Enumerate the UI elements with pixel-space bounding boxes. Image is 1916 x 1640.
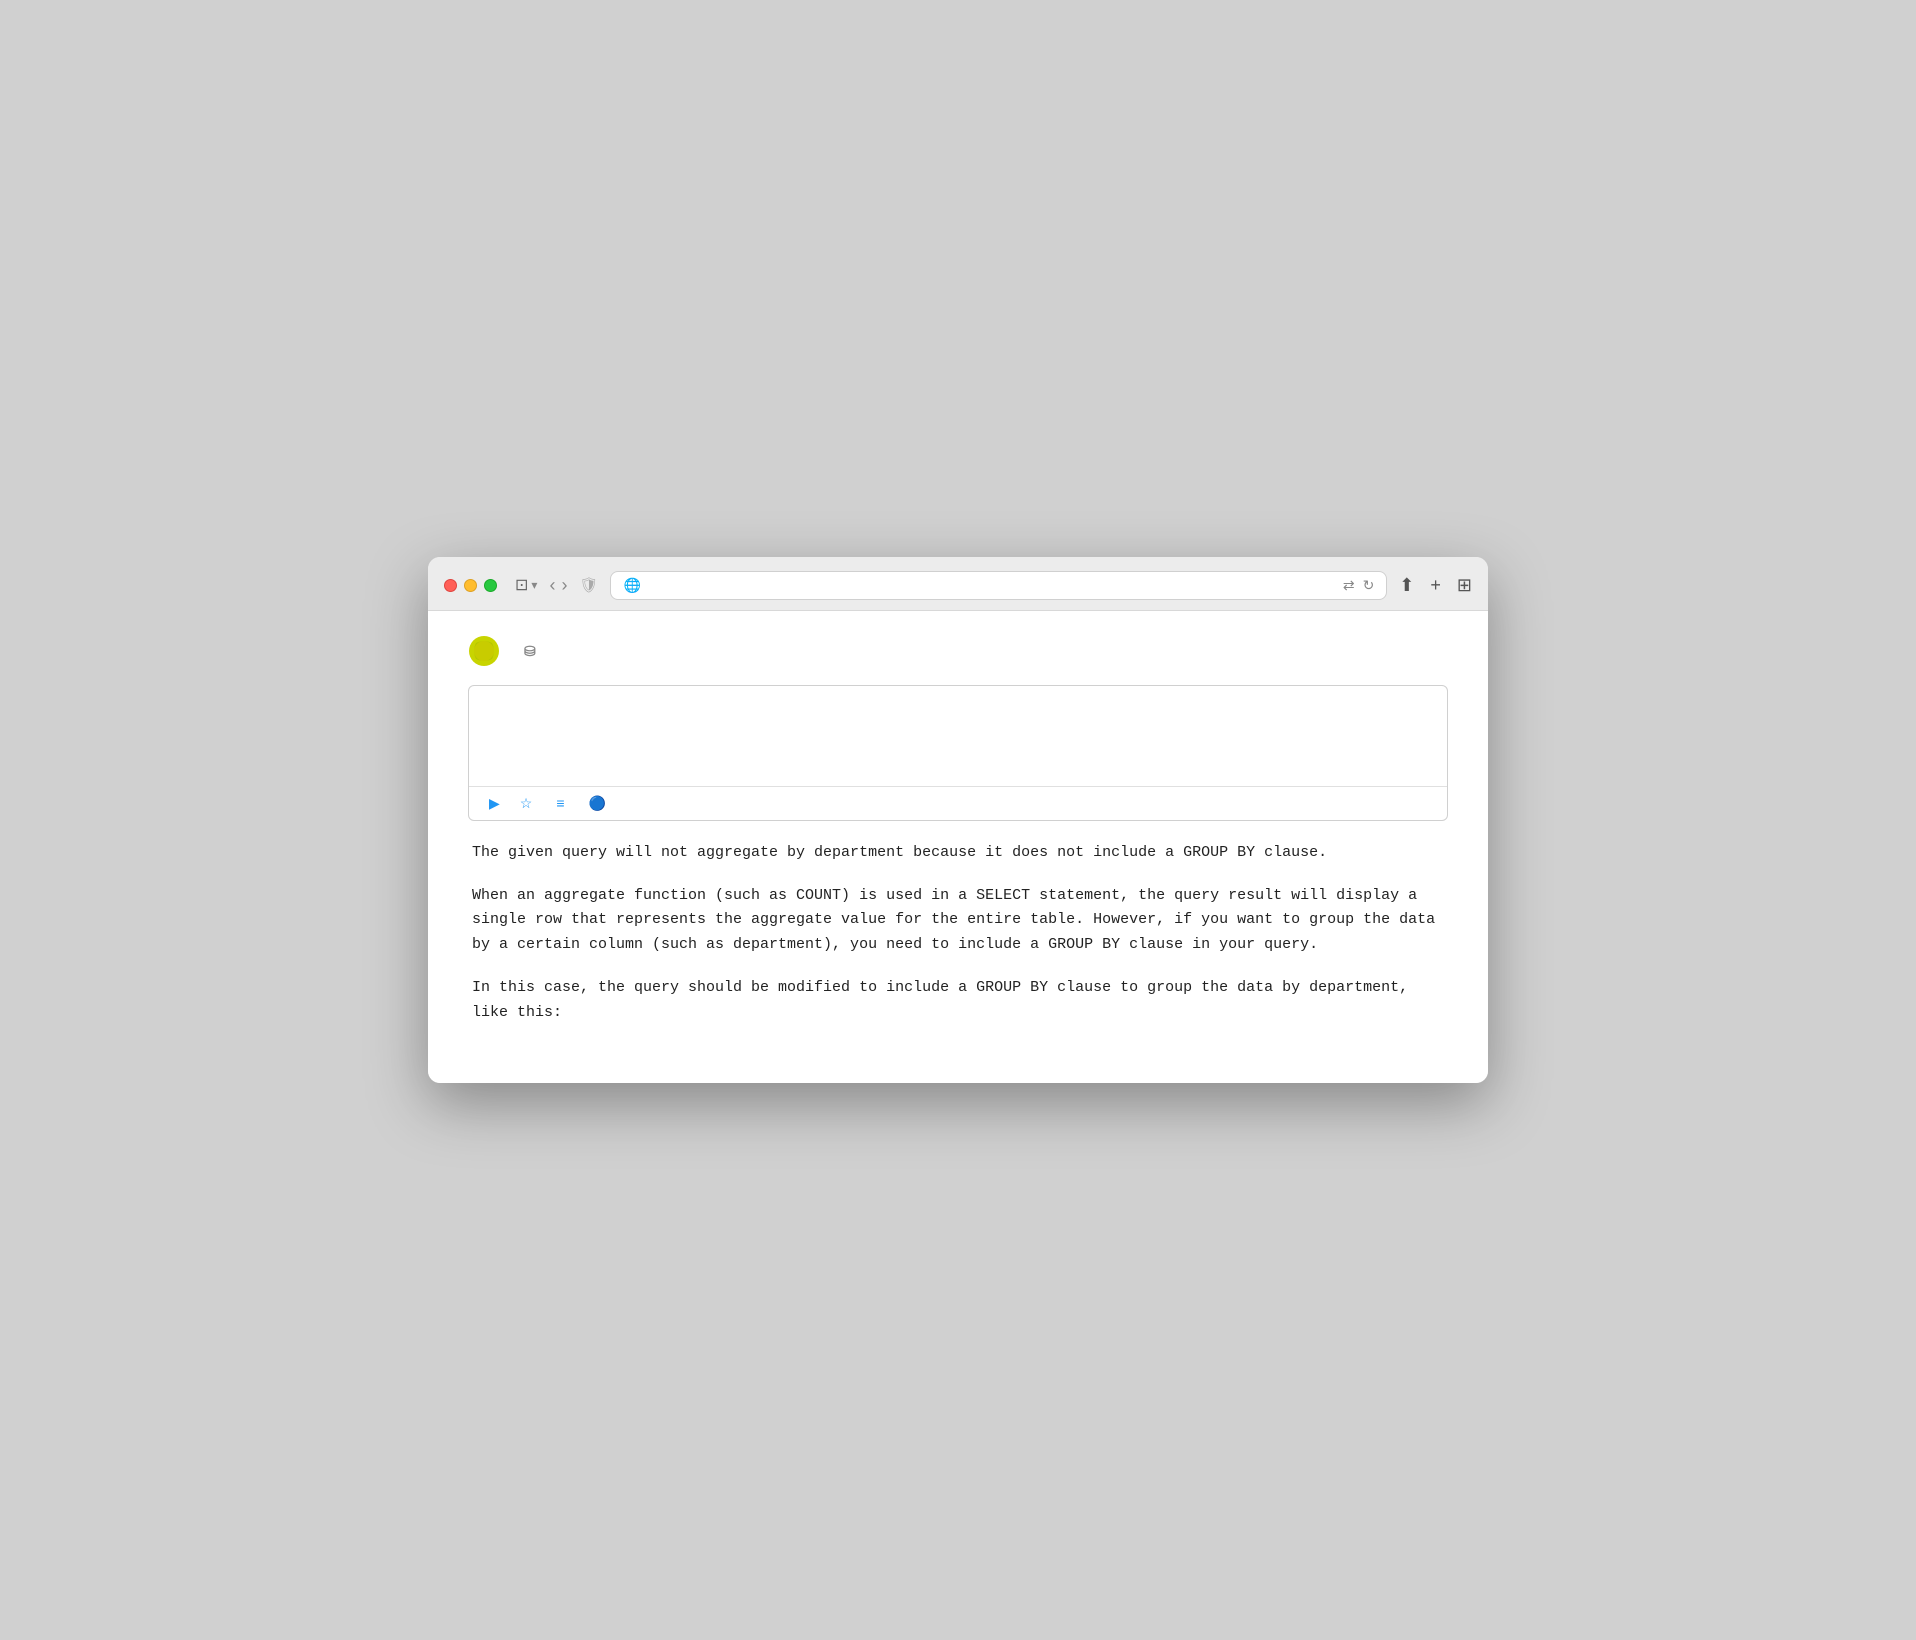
address-actions: ⇄ ↻ bbox=[1343, 577, 1374, 594]
new-tab-icon[interactable]: + bbox=[1430, 575, 1441, 596]
sidebar-icon: ⊡ bbox=[515, 575, 528, 595]
ask-ai-button[interactable]: 🔵 bbox=[589, 795, 610, 812]
app-title: ⛁ bbox=[510, 640, 536, 661]
app-title-area: ⛁ bbox=[468, 635, 536, 667]
maximize-button[interactable] bbox=[484, 579, 497, 592]
sql-editor[interactable]: ▶ ☆ ≡ 🔵 bbox=[468, 685, 1448, 821]
ai-response-area: The given query will not aggregate by de… bbox=[468, 841, 1448, 1026]
toolbar-actions: ⬆ + ⊞ bbox=[1399, 575, 1472, 596]
run-play-icon: ▶ bbox=[489, 795, 500, 812]
address-bar[interactable]: 🌐 ⇄ ↻ bbox=[610, 571, 1387, 600]
tables-button[interactable]: ≡ bbox=[556, 795, 568, 811]
sidebar-toggle[interactable]: ⊡ ▾ bbox=[515, 575, 537, 595]
minimize-button[interactable] bbox=[464, 579, 477, 592]
back-button[interactable]: ‹ bbox=[549, 575, 555, 596]
ai-icon: 🔵 bbox=[589, 795, 606, 812]
app-header: ⛁ bbox=[468, 635, 1448, 667]
tables-icon: ≡ bbox=[556, 795, 564, 811]
star-icon: ☆ bbox=[520, 795, 533, 812]
page-content: ⛁ ▶ ☆ bbox=[428, 611, 1488, 1084]
translate-icon[interactable]: ⇄ bbox=[1343, 577, 1355, 594]
ai-paragraph-3: In this case, the query should be modifi… bbox=[472, 976, 1444, 1026]
app-logo bbox=[468, 635, 500, 667]
ai-paragraph-2: When an aggregate function (such as COUN… bbox=[472, 884, 1444, 958]
close-button[interactable] bbox=[444, 579, 457, 592]
run-button[interactable]: ▶ bbox=[485, 795, 500, 812]
db-icon: ⛁ bbox=[524, 643, 536, 659]
sql-toolbar: ▶ ☆ ≡ 🔵 bbox=[469, 786, 1447, 820]
nav-buttons: ‹ › bbox=[549, 575, 567, 596]
ai-paragraph-1: The given query will not aggregate by de… bbox=[472, 841, 1444, 866]
title-bar: ⊡ ▾ ‹ › 🛡 🌐 ⇄ ↻ ⬆ + ⊞ bbox=[428, 557, 1488, 611]
globe-icon: 🌐 bbox=[623, 577, 640, 594]
tab-overview-icon[interactable]: ⊞ bbox=[1457, 575, 1472, 596]
sql-code-area[interactable] bbox=[469, 686, 1447, 786]
sidebar-chevron-icon: ▾ bbox=[531, 578, 537, 592]
ai-response-text: The given query will not aggregate by de… bbox=[472, 841, 1444, 1026]
traffic-lights bbox=[444, 579, 497, 592]
share-icon[interactable]: ⬆ bbox=[1399, 575, 1414, 596]
reload-icon[interactable]: ↻ bbox=[1363, 577, 1375, 594]
share-button[interactable]: ☆ bbox=[520, 795, 537, 812]
shield-icon: 🛡 bbox=[579, 576, 598, 594]
browser-window: ⊡ ▾ ‹ › 🛡 🌐 ⇄ ↻ ⬆ + ⊞ bbox=[428, 557, 1488, 1084]
forward-button[interactable]: › bbox=[561, 575, 567, 596]
